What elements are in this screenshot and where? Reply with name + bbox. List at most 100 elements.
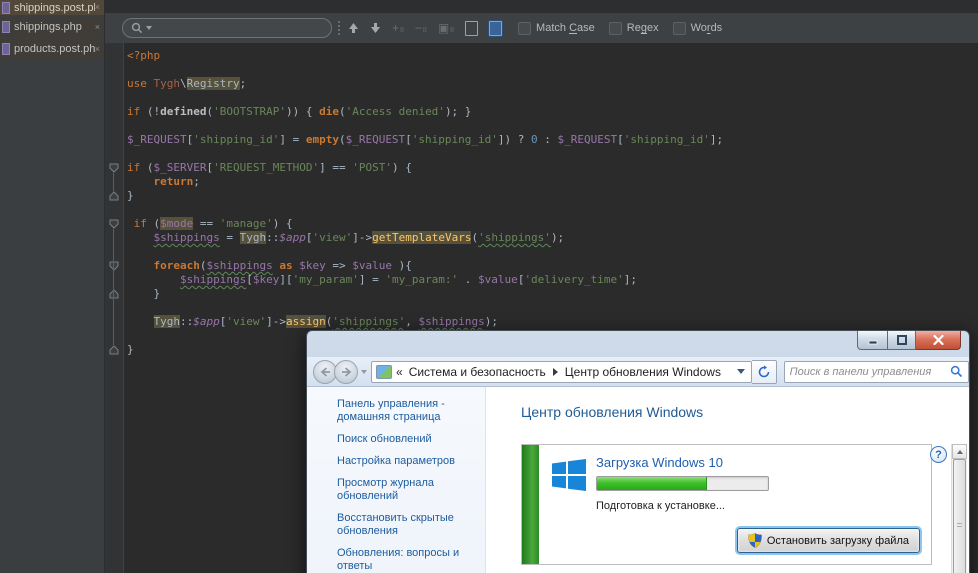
code-line-2[interactable] [127, 63, 978, 77]
words-checkbox[interactable] [673, 22, 686, 35]
breadcrumb-collapsed[interactable]: « [396, 365, 403, 379]
sidebar-link-4[interactable]: Просмотр журнала обновлений [337, 477, 465, 503]
stop-download-label: Остановить загрузку файла [767, 535, 909, 547]
window-titlebar[interactable] [307, 331, 969, 357]
breadcrumb-item-system-security[interactable]: Система и безопасность [409, 365, 546, 379]
editor-tabbar-strip [105, 0, 978, 13]
sidebar-link-6[interactable]: Обновления: вопросы и ответы [337, 547, 465, 573]
scrollbar-thumb[interactable] [953, 459, 966, 573]
sidebar-link-1[interactable]: Панель управления - домашняя страница [337, 398, 465, 424]
code-line-19[interactable] [127, 301, 978, 315]
tab-label: products.post.php [14, 43, 95, 55]
progress-status: Подготовка к установке... [596, 500, 725, 512]
search-icon[interactable] [950, 365, 963, 378]
words-label: Words [691, 22, 723, 34]
tab-label: shippings.post.php [14, 2, 95, 14]
php-file-icon [2, 43, 10, 55]
search-history-caret-icon[interactable] [146, 26, 152, 30]
editor-tab-list: shippings.post.php×shippings.php×product… [0, 0, 105, 573]
code-line-13[interactable]: if ($mode == 'manage') { [127, 217, 978, 231]
back-arrow-icon [320, 367, 331, 377]
code-line-16[interactable]: foreach($shippings as $key => $value ){ [127, 259, 978, 273]
fold-end-icon[interactable] [109, 345, 119, 355]
code-line-1[interactable]: <?php [127, 49, 978, 63]
code-line-17[interactable]: $shippings[$key]['my_param'] = 'my_param… [127, 273, 978, 287]
match-case-checkbox[interactable] [518, 22, 531, 35]
code-line-11[interactable]: } [127, 189, 978, 203]
breadcrumb-item-windows-update[interactable]: Центр обновления Windows [565, 365, 721, 379]
control-panel-search-input[interactable]: Поиск в панели управления [784, 361, 969, 383]
sidebar-link-3[interactable]: Настройка параметров [337, 455, 465, 468]
code-line-4[interactable] [127, 91, 978, 105]
forward-arrow-icon [341, 367, 352, 377]
code-line-18[interactable]: } [127, 287, 978, 301]
sidebar-link-5[interactable]: Восстановить скрытые обновления [337, 512, 465, 538]
match-case-toggle[interactable]: Match Case [518, 22, 595, 35]
code-line-6[interactable] [127, 119, 978, 133]
search-icon [131, 22, 143, 34]
refresh-button[interactable] [752, 360, 777, 384]
code-line-20[interactable]: Tygh::$app['view']->assign('shippings', … [127, 315, 978, 329]
help-icon[interactable]: ? [930, 446, 947, 463]
progress-bar [596, 476, 769, 491]
code-line-14[interactable]: $shippings = Tygh::$app['view']->getTemp… [127, 231, 978, 245]
editor-tab-shippings.php[interactable]: shippings.php× [0, 17, 104, 37]
fold-end-icon[interactable] [109, 289, 119, 299]
tab-close-icon[interactable]: × [95, 23, 100, 32]
match-case-label: Match Case [536, 22, 595, 34]
fold-range-line [113, 173, 114, 191]
code-line-10[interactable]: return; [127, 175, 978, 189]
editor-tab-products.post.php[interactable]: products.post.php× [0, 39, 104, 59]
code-line-3[interactable]: use Tygh\Registry; [127, 77, 978, 91]
editor-tab-shippings.post.php[interactable]: shippings.post.php× [0, 0, 104, 15]
regex-toggle[interactable]: Regex [609, 22, 659, 35]
windows-update-window: « Система и безопасность Центр обновлени… [306, 330, 970, 573]
search-in-selection-icon[interactable] [489, 21, 502, 36]
progress-fill [597, 477, 707, 490]
code-line-5[interactable]: if (!defined('BOOTSTRAP')) { die('Access… [127, 105, 978, 119]
tab-close-icon[interactable]: × [95, 45, 100, 54]
maximize-button[interactable] [888, 331, 916, 350]
regex-label: Regex [627, 22, 659, 34]
address-dropdown-caret-icon[interactable] [737, 369, 745, 374]
editor-gutter [105, 43, 124, 573]
address-bar[interactable]: « Система и безопасность Центр обновлени… [371, 361, 752, 383]
remove-occurrence-icon[interactable]: −II [415, 22, 427, 34]
fold-collapse-icon[interactable] [109, 163, 119, 173]
tab-close-icon[interactable]: × [95, 3, 100, 12]
update-title: Загрузка Windows 10 [596, 455, 723, 470]
minimize-button[interactable] [857, 331, 888, 350]
code-line-12[interactable] [127, 203, 978, 217]
breadcrumb-separator-icon[interactable] [553, 368, 558, 376]
windows-logo-icon [552, 459, 586, 491]
find-input[interactable] [122, 18, 332, 38]
regex-checkbox[interactable] [609, 22, 622, 35]
code-line-9[interactable]: if ($_SERVER['REQUEST_METHOD'] == 'POST'… [127, 161, 978, 175]
uac-shield-icon [748, 533, 762, 548]
stop-download-button[interactable]: Остановить загрузку файла [737, 528, 920, 553]
close-button[interactable] [916, 331, 961, 350]
prev-occurrence-icon[interactable] [348, 22, 359, 34]
code-line-7[interactable]: $_REQUEST['shipping_id'] = empty($_REQUE… [127, 133, 978, 147]
code-line-15[interactable] [127, 245, 978, 259]
scroll-up-button[interactable] [952, 444, 967, 459]
refresh-icon [757, 365, 771, 379]
forward-button[interactable] [334, 360, 358, 384]
sidebar-link-2[interactable]: Поиск обновлений [337, 433, 465, 446]
add-occurrence-icon[interactable]: +II [392, 22, 404, 34]
filter-results-icon[interactable] [465, 21, 478, 36]
fold-collapse-icon[interactable] [109, 219, 119, 229]
next-occurrence-icon[interactable] [370, 22, 381, 34]
update-panel: Загрузка Windows 10 Подготовка к установ… [521, 444, 932, 565]
code-line-8[interactable] [127, 147, 978, 161]
search-placeholder: Поиск в панели управления [790, 366, 950, 378]
find-toolbar: +II −II ▣II Match Case Regex Words [105, 13, 978, 43]
navigation-bar: « Система и безопасность Центр обновлени… [307, 357, 969, 387]
recent-pages-caret-icon[interactable] [361, 370, 367, 374]
fold-end-icon[interactable] [109, 191, 119, 201]
vertical-scrollbar[interactable] [951, 444, 967, 573]
scrollbar-grip-icon [957, 523, 962, 529]
fold-collapse-icon[interactable] [109, 261, 119, 271]
words-toggle[interactable]: Words [673, 22, 723, 35]
select-all-occurrences-icon[interactable]: ▣II [438, 22, 454, 34]
